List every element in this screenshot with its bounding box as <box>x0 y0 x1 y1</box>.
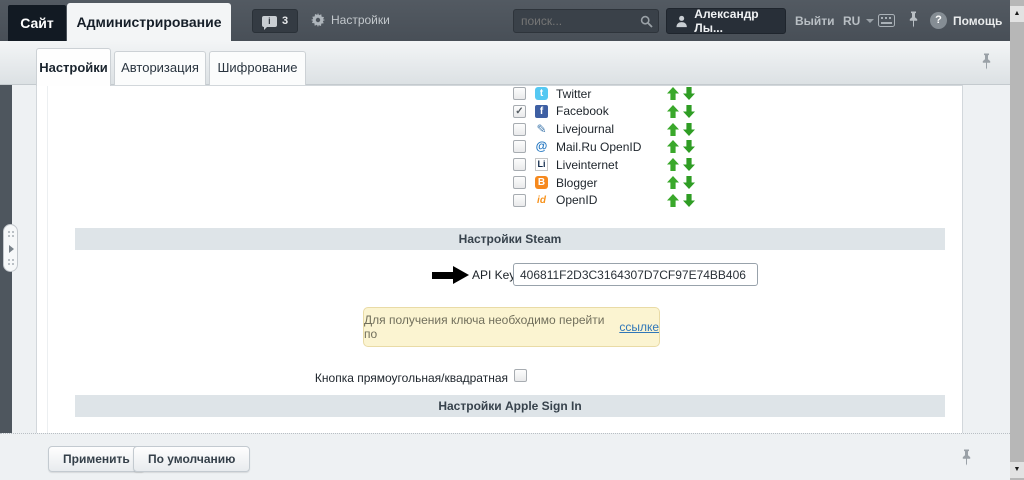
social-label: Liveinternet <box>556 158 618 172</box>
api-key-notice: Для получения ключа необходимо перейти п… <box>363 307 660 347</box>
default-button[interactable]: По умолчанию <box>133 446 250 472</box>
list-item-blogger: B Blogger <box>513 175 695 190</box>
openid-checkbox[interactable] <box>513 194 526 207</box>
user-menu-button[interactable]: Александр Лы... <box>666 8 786 34</box>
scroll-up-icon[interactable]: ▲ <box>1010 6 1024 22</box>
steam-section-header: Настройки Steam <box>75 228 945 250</box>
admin-page: Сайт Администрирование i 3 Настройки Але… <box>0 0 1024 480</box>
form-footer: Применить По умолчанию <box>0 433 1010 480</box>
move-up-icon[interactable] <box>667 87 679 100</box>
mailru-checkbox[interactable] <box>513 140 526 153</box>
social-label: Mail.Ru OpenID <box>556 140 641 154</box>
annotation-arrow-icon <box>432 266 469 284</box>
user-icon <box>676 15 687 28</box>
move-up-icon[interactable] <box>667 105 679 118</box>
list-item-facebook: ✓ f Facebook <box>513 104 695 119</box>
list-item-openid: id OpenID <box>513 193 695 208</box>
tab-settings[interactable]: Настройки <box>36 48 111 86</box>
list-item-twitter: t Twitter <box>513 86 695 101</box>
site-tab[interactable]: Сайт <box>8 5 66 41</box>
livejournal-icon: ✎ <box>535 123 548 136</box>
help-label: Помощь <box>953 14 1002 28</box>
move-down-icon[interactable] <box>683 87 695 100</box>
move-down-icon[interactable] <box>683 158 695 171</box>
apple-section-header: Настройки Apple Sign In <box>75 395 945 417</box>
notification-bubble-icon: i <box>262 16 277 27</box>
api-key-label: API Key <box>472 268 515 282</box>
logout-link[interactable]: Выйти <box>795 14 835 28</box>
liveinternet-checkbox[interactable] <box>513 158 526 171</box>
social-label: OpenID <box>556 193 597 207</box>
blogger-icon: B <box>535 176 548 189</box>
language-label: RU <box>843 14 860 28</box>
move-down-icon[interactable] <box>683 176 695 189</box>
scroll-down-icon[interactable]: ▼ <box>1010 462 1024 478</box>
grip-dots-icon <box>8 259 10 261</box>
twitter-icon: t <box>535 87 548 100</box>
twitter-checkbox[interactable] <box>513 87 526 100</box>
rect-button-label: Кнопка прямоугольная/квадратная <box>260 371 508 385</box>
move-down-icon[interactable] <box>683 194 695 207</box>
move-up-icon[interactable] <box>667 176 679 189</box>
notice-link[interactable]: ссылке <box>619 320 659 334</box>
move-down-icon[interactable] <box>683 123 695 136</box>
social-networks-list: t Twitter ✓ f Facebook ✎ Livejournal @ M… <box>513 86 695 208</box>
notifications-count: 3 <box>282 15 288 27</box>
gear-icon <box>311 13 325 27</box>
chevron-down-icon <box>866 19 874 23</box>
vertical-scrollbar[interactable]: ▲ ▼ <box>1010 0 1024 480</box>
social-label: Blogger <box>556 176 597 190</box>
move-down-icon[interactable] <box>683 140 695 153</box>
notice-text: Для получения ключа необходимо перейти п… <box>364 313 615 341</box>
move-up-icon[interactable] <box>667 140 679 153</box>
openid-icon: id <box>535 194 548 207</box>
facebook-icon: f <box>535 105 548 118</box>
user-name: Александр Лы... <box>694 7 785 35</box>
livejournal-checkbox[interactable] <box>513 123 526 136</box>
expand-menu-handle[interactable] <box>3 224 18 272</box>
page-tabs-row: Настройки Авторизация Шифрование <box>0 41 1010 85</box>
pin-icon[interactable] <box>908 11 919 34</box>
tab-authorization[interactable]: Авторизация <box>114 51 206 85</box>
pin-tabs-icon[interactable] <box>981 53 992 76</box>
settings-label: Настройки <box>331 13 390 27</box>
apply-button[interactable]: Применить <box>48 446 145 472</box>
admin-tab[interactable]: Администрирование <box>67 3 231 41</box>
move-up-icon[interactable] <box>667 194 679 207</box>
social-label: Twitter <box>556 87 591 101</box>
question-icon: ? <box>930 12 947 29</box>
notifications-button[interactable]: i 3 <box>252 9 298 33</box>
language-selector[interactable]: RU <box>843 14 874 28</box>
mailru-openid-icon: @ <box>535 140 548 153</box>
rect-button-checkbox[interactable] <box>514 369 527 382</box>
list-item-livejournal: ✎ Livejournal <box>513 122 695 137</box>
api-key-input[interactable] <box>513 263 758 286</box>
facebook-checkbox[interactable]: ✓ <box>513 105 526 118</box>
pin-footer-icon[interactable] <box>961 449 972 472</box>
search-box <box>513 9 659 33</box>
liveinternet-icon: Li <box>535 158 548 171</box>
chevron-right-icon <box>9 245 14 253</box>
hotkeys-icon[interactable] <box>878 14 895 32</box>
search-input[interactable] <box>521 12 633 30</box>
form-divider <box>47 86 48 433</box>
search-icon[interactable] <box>640 15 653 33</box>
settings-menu-item[interactable]: Настройки <box>311 13 390 27</box>
tab-encryption[interactable]: Шифрование <box>209 51 306 85</box>
help-button[interactable]: ? Помощь <box>930 12 1002 29</box>
top-bar: Сайт Администрирование i 3 Настройки Але… <box>0 0 1024 41</box>
list-item-liveinternet: Li Liveinternet <box>513 157 695 172</box>
social-label: Livejournal <box>556 122 614 136</box>
move-up-icon[interactable] <box>667 123 679 136</box>
blogger-checkbox[interactable] <box>513 176 526 189</box>
grip-dots-icon <box>8 231 10 233</box>
social-label: Facebook <box>556 104 609 118</box>
move-down-icon[interactable] <box>683 105 695 118</box>
move-up-icon[interactable] <box>667 158 679 171</box>
list-item-mailru: @ Mail.Ru OpenID <box>513 139 695 154</box>
